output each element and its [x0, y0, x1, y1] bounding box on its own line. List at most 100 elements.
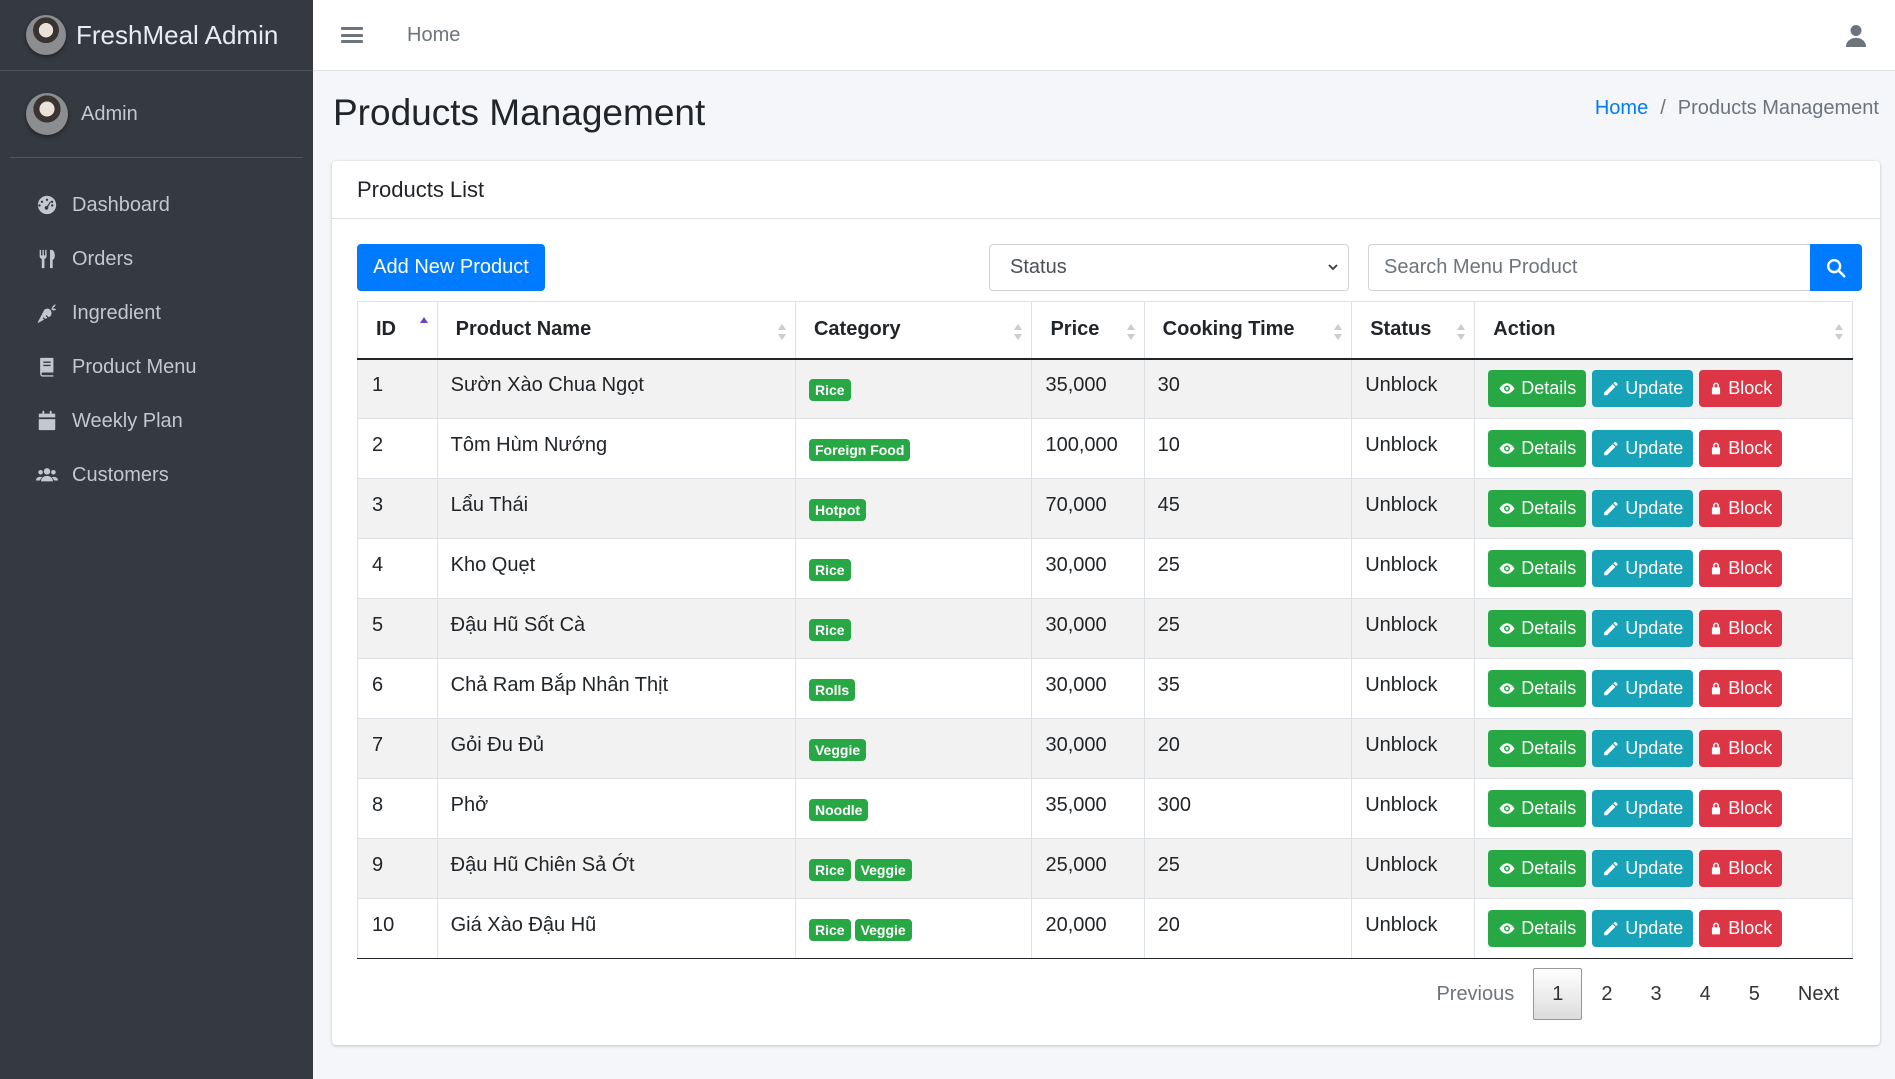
previous-page-button[interactable]: Previous: [1417, 968, 1533, 1020]
cell-status: Unblock: [1351, 718, 1476, 779]
update-button[interactable]: Update: [1592, 550, 1694, 587]
details-button[interactable]: Details: [1488, 850, 1587, 887]
pencil-icon: [1604, 681, 1618, 696]
page-2-button[interactable]: 2: [1582, 968, 1631, 1020]
category-badge: Veggie: [854, 919, 912, 941]
update-label: Update: [1625, 618, 1684, 638]
cell-product-name-text: Tôm Hùm Nướng: [450, 434, 608, 456]
search-input[interactable]: Search Menu Product: [1368, 244, 1810, 291]
update-label: Update: [1625, 798, 1684, 818]
cell-product-name-text: Đậu Hũ Sốt Cà: [450, 614, 586, 636]
lock-icon: [1712, 742, 1721, 755]
lock-icon: [1712, 862, 1721, 875]
user-panel[interactable]: Admin: [10, 71, 303, 158]
details-button[interactable]: Details: [1488, 910, 1587, 947]
block-button[interactable]: Block: [1699, 430, 1783, 467]
cell-price: 30,000: [1031, 538, 1145, 599]
cell-cooking-time-text: 45: [1157, 494, 1180, 516]
details-label: Details: [1521, 738, 1577, 758]
details-button[interactable]: Details: [1488, 550, 1587, 587]
breadcrumb-home[interactable]: Home: [1595, 97, 1648, 120]
lock-icon: [1712, 502, 1721, 515]
cell-status-text: Unblock: [1365, 674, 1438, 696]
cell-cooking-time: 35: [1143, 658, 1353, 719]
details-button[interactable]: Details: [1488, 790, 1587, 827]
block-button[interactable]: Block: [1699, 370, 1783, 408]
table-row: 3 Lẩu Thái Hotpot 70,000 45 Unblock Details Upd…: [357, 478, 1853, 539]
details-button[interactable]: Details: [1488, 670, 1587, 707]
menu-toggle-icon[interactable]: [341, 24, 363, 46]
brand-link[interactable]: FreshMeal Admin: [0, 0, 313, 71]
top-home-link[interactable]: Home: [407, 24, 460, 47]
pencil-icon: [1604, 561, 1618, 576]
cell-category: Hotpot: [794, 478, 1033, 539]
block-button[interactable]: Block: [1699, 910, 1783, 947]
update-button[interactable]: Update: [1592, 790, 1694, 827]
page-3-button[interactable]: 3: [1632, 968, 1681, 1020]
update-button[interactable]: Update: [1592, 610, 1694, 647]
sidebar-item-weekly-plan[interactable]: Weekly Plan: [0, 394, 313, 448]
status-select[interactable]: Status: [989, 244, 1349, 291]
column-header-category[interactable]: Category: [794, 301, 1033, 360]
table-row: 9 Đậu Hũ Chiên Sả Ớt Rice Veggie 25,000 25 Unb…: [357, 838, 1853, 899]
sidebar-item-product-menu[interactable]: Product Menu: [0, 340, 313, 394]
cell-price: 70,000: [1031, 478, 1145, 539]
page-4-button[interactable]: 4: [1681, 968, 1730, 1020]
block-button[interactable]: Block: [1699, 550, 1783, 587]
update-button[interactable]: Update: [1592, 670, 1694, 707]
update-button[interactable]: Update: [1592, 430, 1694, 467]
search-button[interactable]: [1810, 244, 1862, 291]
cell-action: Details Update Block: [1474, 598, 1853, 659]
cell-cooking-time: 10: [1143, 418, 1353, 479]
column-header-cooking-time[interactable]: Cooking Time: [1143, 301, 1353, 360]
block-button[interactable]: Block: [1699, 790, 1783, 827]
column-header-product-name[interactable]: Product Name: [436, 301, 796, 360]
sort-icon: [1126, 324, 1135, 340]
sidebar-item-ingredient[interactable]: Ingredient: [0, 286, 313, 340]
brand-logo: [26, 15, 66, 55]
cell-product-name: Đậu Hũ Chiên Sả Ớt: [436, 838, 796, 899]
block-button[interactable]: Block: [1699, 610, 1783, 647]
column-header-action[interactable]: Action: [1474, 301, 1853, 360]
cell-status-text: Unblock: [1365, 374, 1438, 397]
details-button[interactable]: Details: [1488, 490, 1587, 527]
details-button[interactable]: Details: [1488, 610, 1587, 647]
block-button[interactable]: Block: [1699, 730, 1783, 767]
update-button[interactable]: Update: [1592, 850, 1694, 887]
column-header-status[interactable]: Status: [1351, 301, 1476, 360]
user-icon[interactable]: [1845, 24, 1867, 48]
cell-cooking-time-text: 20: [1157, 734, 1180, 756]
column-header-price[interactable]: Price: [1031, 301, 1145, 360]
cell-cooking-time-text: 20: [1157, 914, 1180, 936]
update-button[interactable]: Update: [1592, 370, 1694, 408]
column-header-id[interactable]: ID: [357, 301, 438, 360]
cell-action: Details Update Block: [1474, 778, 1853, 839]
update-button[interactable]: Update: [1592, 490, 1694, 527]
cell-category: Rice: [794, 598, 1033, 659]
update-button[interactable]: Update: [1592, 910, 1694, 947]
column-header-label: Product Name: [455, 318, 592, 341]
category-badge: Noodle: [808, 799, 869, 821]
cell-product-name: Chả Ram Bắp Nhân Thịt: [436, 658, 796, 719]
column-header-label: Cooking Time: [1162, 318, 1295, 341]
add-product-button[interactable]: Add New Product: [357, 244, 545, 291]
details-button[interactable]: Details: [1488, 430, 1587, 467]
block-button[interactable]: Block: [1699, 490, 1783, 527]
sidebar-item-orders[interactable]: Orders: [0, 232, 313, 286]
block-button[interactable]: Block: [1699, 670, 1783, 707]
cell-price-text: 35,000: [1045, 374, 1107, 397]
update-button[interactable]: Update: [1592, 730, 1694, 767]
sidebar-item-dashboard[interactable]: Dashboard: [0, 178, 313, 232]
cell-status: Unblock: [1351, 658, 1476, 719]
block-button[interactable]: Block: [1699, 850, 1783, 887]
table-row: 2 Tôm Hùm Nướng Foreign Food 100,000 10 Unblo…: [357, 418, 1853, 479]
sidebar-item-customers[interactable]: Customers: [0, 448, 313, 502]
details-button[interactable]: Details: [1488, 370, 1587, 408]
pencil-icon: [1604, 921, 1618, 936]
pencil-icon: [1604, 801, 1618, 816]
page-1-button[interactable]: 1: [1533, 968, 1583, 1020]
update-label: Update: [1625, 918, 1684, 938]
next-page-button[interactable]: Next: [1779, 968, 1858, 1020]
details-button[interactable]: Details: [1488, 730, 1587, 767]
page-5-button[interactable]: 5: [1730, 968, 1779, 1020]
